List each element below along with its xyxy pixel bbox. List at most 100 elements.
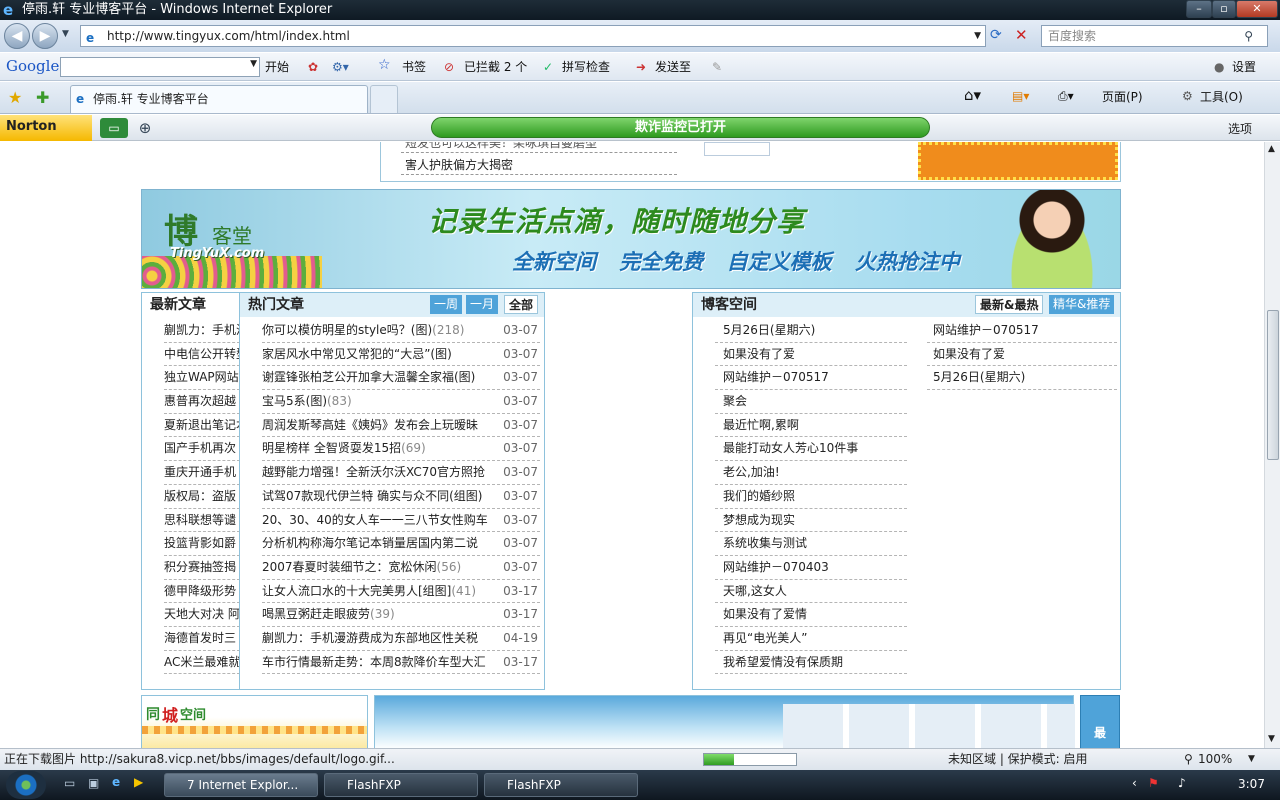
quicklaunch-desktop-icon[interactable]: ▭ xyxy=(64,776,75,790)
tab-week[interactable]: 一周 xyxy=(430,295,463,314)
history-dropdown-icon[interactable]: ▼ xyxy=(62,29,69,39)
home-icon[interactable]: ⌂▾ xyxy=(964,87,981,103)
blog-list-item[interactable]: 网站维护－070517 xyxy=(927,319,1117,343)
blog-banner[interactable]: 博 客堂 TingYuX.com 记录生活点滴，随时随地分享 全新空间 完全免费… xyxy=(141,189,1121,289)
list-item[interactable]: 夏新退出笔记本 xyxy=(164,414,240,438)
list-item[interactable]: 思科联想等谴 xyxy=(164,509,240,533)
quicklaunch-switch-icon[interactable]: ▣ xyxy=(88,776,99,790)
quicklaunch-media-icon[interactable]: ▶ xyxy=(134,775,143,789)
hot-article-link[interactable]: 分析机构称海尔笔记本销量居国内第二说 xyxy=(262,536,478,550)
orange-ad-image[interactable] xyxy=(918,142,1118,180)
city-space-panel[interactable]: 同 城 空间 xyxy=(141,695,368,748)
hot-article-link[interactable]: 宝马5系(图) xyxy=(262,394,327,408)
hot-article-link[interactable]: 喝黑豆粥赶走眼疲劳 xyxy=(262,607,370,621)
tab-essence-recommend[interactable]: 精华&推荐 xyxy=(1049,295,1115,314)
table-row[interactable]: 2007春夏时装细节之：宽松休闲(56) 03-07 xyxy=(262,555,540,580)
list-item[interactable]: 国产手机再次 xyxy=(164,437,240,462)
tray-volume-icon[interactable]: ♪ xyxy=(1178,776,1186,790)
blog-list-item[interactable]: 我希望爱情没有保质期 xyxy=(715,651,907,675)
highlighter-icon[interactable]: ✎ xyxy=(712,59,722,75)
add-favorite-icon[interactable]: ✚ xyxy=(36,88,49,107)
list-item[interactable]: 重庆开通手机 xyxy=(164,461,240,485)
maximize-button[interactable]: ▫ xyxy=(1212,0,1236,18)
hot-article-link[interactable]: 车市行情最新走势：本周8款降价车型大汇 xyxy=(262,655,486,669)
hot-article-link[interactable]: 明星榜样 全智贤耍发15招 xyxy=(262,441,401,455)
search-input[interactable]: 百度搜索 ⚲ xyxy=(1041,25,1268,47)
google-start-button[interactable]: 开始 xyxy=(265,59,289,75)
tab-newest-hottest[interactable]: 最新&最热 xyxy=(975,295,1044,314)
minimize-button[interactable]: – xyxy=(1186,0,1212,18)
task-flashfxp-2[interactable]: FlashFXP xyxy=(484,773,638,797)
stop-icon[interactable]: ✕ xyxy=(1015,26,1028,44)
blog-list-item[interactable]: 系统收集与测试 xyxy=(715,532,907,556)
hot-article-link[interactable]: 你可以模仿明星的style吗？(图) xyxy=(262,323,432,337)
feeds-icon[interactable]: ▤▾ xyxy=(1012,88,1029,104)
list-item[interactable]: 天地大对决 阿 xyxy=(164,603,240,627)
bookmarks-button[interactable]: 书签 xyxy=(402,59,426,75)
zoom-level[interactable]: 100% xyxy=(1198,749,1232,769)
security-zone[interactable]: 未知区域 | 保护模式: 启用 xyxy=(948,749,1088,769)
zoom-dropdown-icon[interactable]: ▼ xyxy=(1248,749,1255,769)
toolbar-options-icon[interactable]: ⚙▾ xyxy=(332,59,349,75)
list-item[interactable]: 害人护肤偏方大揭密 xyxy=(401,156,677,175)
scroll-up-icon[interactable]: ▲ xyxy=(1268,144,1275,154)
table-row[interactable]: 家居风水中常见又常犯的“大忌”(图) 03-07 xyxy=(262,342,540,367)
list-item[interactable]: 短发也可以这样美！柴咏琪自曼磨型 xyxy=(401,142,677,153)
new-tab-button[interactable] xyxy=(370,85,398,113)
table-row[interactable]: 分析机构称海尔笔记本销量居国内第二说 03-07 xyxy=(262,532,540,556)
hot-article-link[interactable]: 20、30、40的女人车一一三八节女性购车 xyxy=(262,513,488,527)
hot-article-link[interactable]: 谢霆锋张柏芝公开加拿大温馨全家福(图) xyxy=(262,370,475,384)
table-row[interactable]: 你可以模仿明星的style吗？(图)(218) 03-07 xyxy=(262,319,540,343)
hot-article-link[interactable]: 让女人流口水的十大完美男人[组图] xyxy=(262,584,451,598)
blog-list-item[interactable]: 再见“电光美人” xyxy=(715,627,907,651)
table-row[interactable]: 越野能力增强！全新沃尔沃XC70官方照抢 03-07 xyxy=(262,461,540,485)
task-internet-explorer[interactable]: 7 Internet Explor... xyxy=(164,773,318,797)
vertical-scrollbar[interactable]: ▲ ▼ xyxy=(1264,142,1280,748)
gift-icon[interactable]: ✿ xyxy=(308,59,318,75)
hot-article-link[interactable]: 越野能力增强！全新沃尔沃XC70官方照抢 xyxy=(262,465,485,479)
google-dropdown-icon[interactable]: ▼ xyxy=(250,59,257,69)
search-icon[interactable]: ⚲ xyxy=(1244,26,1253,46)
favorites-star-icon[interactable]: ★ xyxy=(8,88,22,107)
norton-monitor-icon[interactable]: ▭ xyxy=(100,118,128,138)
table-row[interactable]: 20、30、40的女人车一一三八节女性购车 03-07 xyxy=(262,508,540,533)
url-dropdown-icon[interactable]: ▼ xyxy=(974,26,981,46)
list-item[interactable]: 积分赛抽签揭 xyxy=(164,556,240,580)
spellcheck-button[interactable]: 拼写检查 xyxy=(562,59,610,75)
sendto-button[interactable]: 发送至 xyxy=(655,59,691,75)
tray-expand-icon[interactable]: ‹ xyxy=(1132,776,1137,790)
list-item[interactable]: 投篮背影如爵 xyxy=(164,532,240,556)
popup-blocked-button[interactable]: 已拦截 2 个 xyxy=(464,59,527,75)
table-row[interactable]: 蒯凯力：手机漫游费成为东部地区性关税 04-19 xyxy=(262,626,540,651)
blog-list-item[interactable]: 如果没有了爱 xyxy=(927,343,1117,367)
blog-list-item[interactable]: 网站维护－070517 xyxy=(715,366,907,391)
blog-list-item[interactable]: 我们的婚纱照 xyxy=(715,485,907,509)
table-row[interactable]: 周润发斯琴高娃《姨妈》发布会上玩暧昧 03-07 xyxy=(262,413,540,438)
table-row[interactable]: 车市行情最新走势：本周8款降价车型大汇 03-17 xyxy=(262,650,540,675)
thumb-image[interactable] xyxy=(704,142,770,156)
blog-list-item[interactable]: 网站维护－070403 xyxy=(715,556,907,580)
tab-current[interactable]: e 停雨.轩 专业博客平台 xyxy=(70,85,368,113)
blog-list-item[interactable]: 如果没有了爱 xyxy=(715,343,907,367)
scroll-thumb[interactable] xyxy=(1267,310,1279,460)
list-item[interactable]: 德甲降级形势 xyxy=(164,580,240,604)
forward-button[interactable]: ▶ xyxy=(32,23,58,49)
list-item[interactable]: 惠普再次超越 xyxy=(164,390,240,414)
refresh-icon[interactable]: ⟳ xyxy=(990,27,1002,43)
hot-article-link[interactable]: 蒯凯力：手机漫游费成为东部地区性关税 xyxy=(262,631,478,645)
blog-list-item[interactable]: 如果没有了爱情 xyxy=(715,603,907,627)
hot-article-link[interactable]: 周润发斯琴高娃《姨妈》发布会上玩暧昧 xyxy=(262,418,478,432)
url-input[interactable]: e http://www.tingyux.com/html/index.html… xyxy=(80,25,986,47)
hot-article-link[interactable]: 家居风水中常见又常犯的“大忌”(图) xyxy=(262,347,452,361)
sky-banner-image[interactable] xyxy=(374,695,1075,748)
scroll-down-icon[interactable]: ▼ xyxy=(1268,734,1275,744)
tools-menu-button[interactable]: 工具(O) xyxy=(1200,89,1243,105)
table-row[interactable]: 让女人流口水的十大完美男人[组图](41) 03-17 xyxy=(262,579,540,604)
blog-list-item[interactable]: 聚会 xyxy=(715,390,907,414)
blog-list-item[interactable]: 梦想成为现实 xyxy=(715,509,907,533)
quicklaunch-ie-icon[interactable]: e xyxy=(112,775,120,789)
blog-list-item[interactable]: 5月26日(星期六) xyxy=(715,319,907,343)
table-row[interactable]: 喝黑豆粥赶走眼疲劳(39) 03-17 xyxy=(262,603,540,627)
page-menu-button[interactable]: 页面(P) xyxy=(1102,89,1143,105)
clock[interactable]: 3:07 xyxy=(1238,777,1265,791)
